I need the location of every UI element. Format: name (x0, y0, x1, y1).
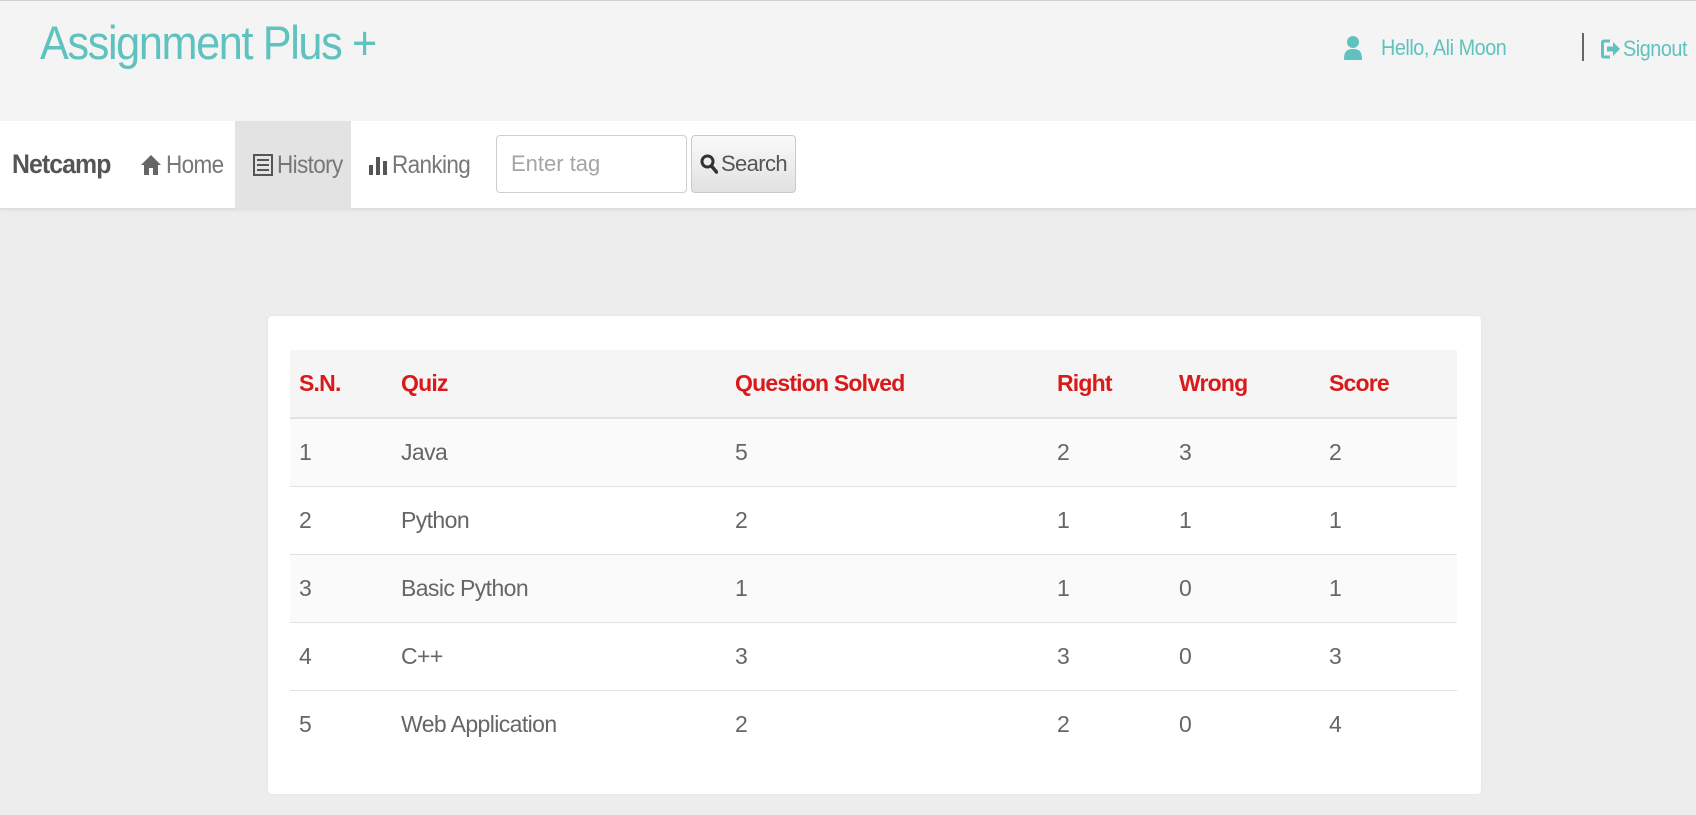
history-panel: S.N. Quiz Question Solved Right Wrong Sc… (268, 316, 1481, 794)
user-icon (1344, 36, 1362, 60)
navbar: Netcamp Home History Ranking Search (0, 121, 1696, 209)
user-greeting: Hello, Ali Moon (1343, 35, 1520, 61)
cell-question-solved: 5 (726, 418, 1048, 487)
cell-right: 1 (1048, 554, 1170, 623)
cell-quiz: Basic Python (392, 554, 726, 623)
nav-item-home[interactable]: Home (140, 121, 230, 209)
column-header-question-solved: Question Solved (726, 350, 1048, 419)
quiz-history-table: S.N. Quiz Question Solved Right Wrong Sc… (290, 350, 1457, 758)
column-header-quiz: Quiz (392, 350, 726, 419)
nav-brand[interactable]: Netcamp (12, 149, 111, 180)
column-header-right: Right (1048, 350, 1170, 419)
table-row: 4 C++ 3 3 0 3 (290, 622, 1457, 691)
nav-home-label: Home (166, 150, 224, 179)
cell-wrong: 0 (1170, 622, 1320, 691)
column-header-score: Score (1320, 350, 1457, 419)
nav-item-history[interactable]: History (235, 121, 351, 209)
nav-history-label: History (277, 150, 343, 179)
cell-sn: 1 (290, 418, 392, 487)
table-row: 2 Python 2 1 1 1 (290, 486, 1457, 555)
cell-question-solved: 2 (726, 690, 1048, 758)
cell-right: 1 (1048, 486, 1170, 555)
cell-question-solved: 3 (726, 622, 1048, 691)
home-icon (141, 155, 161, 175)
cell-wrong: 3 (1170, 418, 1320, 487)
cell-quiz: Java (392, 418, 726, 487)
search-button[interactable]: Search (691, 135, 796, 193)
cell-question-solved: 2 (726, 486, 1048, 555)
signout-label: Signout (1623, 36, 1688, 61)
table-row: 3 Basic Python 1 1 0 1 (290, 554, 1457, 623)
table-row: 1 Java 5 2 3 2 (290, 418, 1457, 487)
signout-link[interactable]: Signout (1601, 36, 1694, 62)
cell-wrong: 0 (1170, 690, 1320, 758)
app-logo-title[interactable]: Assignment Plus + (40, 15, 377, 70)
tag-search-input[interactable] (496, 135, 687, 193)
bar-chart-icon (369, 157, 387, 175)
cell-score: 3 (1320, 622, 1457, 691)
cell-score: 1 (1320, 554, 1457, 623)
header-divider (1582, 33, 1584, 61)
cell-score: 2 (1320, 418, 1457, 487)
table-header-row: S.N. Quiz Question Solved Right Wrong Sc… (290, 350, 1457, 419)
search-icon (700, 154, 718, 174)
cell-sn: 2 (290, 486, 392, 555)
cell-quiz: Python (392, 486, 726, 555)
cell-wrong: 0 (1170, 554, 1320, 623)
cell-question-solved: 1 (726, 554, 1048, 623)
cell-sn: 4 (290, 622, 392, 691)
cell-right: 2 (1048, 418, 1170, 487)
cell-wrong: 1 (1170, 486, 1320, 555)
column-header-sn: S.N. (290, 350, 392, 419)
cell-sn: 5 (290, 690, 392, 758)
cell-score: 1 (1320, 486, 1457, 555)
cell-right: 3 (1048, 622, 1170, 691)
cell-score: 4 (1320, 690, 1457, 758)
signout-icon (1601, 39, 1620, 59)
cell-quiz: C++ (392, 622, 726, 691)
cell-right: 2 (1048, 690, 1170, 758)
nav-ranking-label: Ranking (392, 150, 471, 179)
greeting-text: Hello, Ali Moon (1381, 35, 1507, 60)
app-header: Assignment Plus + Hello, Ali Moon Signou… (0, 0, 1696, 121)
table-row: 5 Web Application 2 2 0 4 (290, 690, 1457, 758)
nav-item-ranking[interactable]: Ranking (368, 121, 479, 209)
search-button-label: Search (720, 151, 788, 176)
column-header-wrong: Wrong (1170, 350, 1320, 419)
cell-quiz: Web Application (392, 690, 726, 758)
cell-sn: 3 (290, 554, 392, 623)
list-icon (253, 154, 273, 176)
